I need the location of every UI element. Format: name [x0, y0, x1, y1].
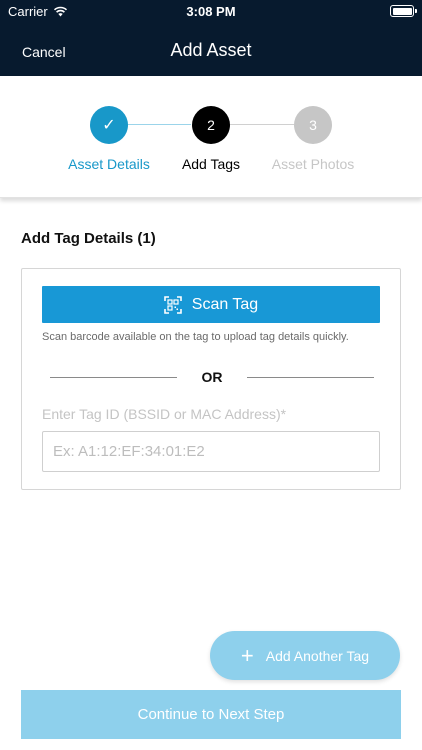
step-number: 2 [192, 106, 230, 144]
progress-stepper: ✓ Asset Details 2 Add Tags 3 Asset Photo… [0, 76, 422, 198]
check-icon: ✓ [90, 106, 128, 144]
tag-id-input[interactable] [42, 431, 380, 472]
add-another-tag-label: Add Another Tag [265, 647, 370, 664]
continue-button[interactable]: Continue to Next Step [21, 690, 401, 739]
tag-details-card: Scan Tag Scan barcode available on the t… [21, 268, 401, 490]
scan-help-text: Scan barcode available on the tag to upl… [42, 331, 349, 343]
section-title: Add Tag Details (1) [21, 230, 156, 247]
scan-tag-label: Scan Tag [191, 295, 259, 313]
plus-icon: + [240, 642, 254, 668]
status-bar: Carrier 3:08 PM [0, 0, 422, 22]
step-number: 3 [294, 106, 332, 144]
add-another-tag-button[interactable]: + Add Another Tag [210, 631, 400, 680]
battery-icon [390, 5, 417, 17]
qr-scan-icon [163, 295, 182, 314]
divider-line-right [247, 377, 374, 378]
clock: 3:08 PM [186, 4, 236, 19]
or-divider: OR [50, 369, 374, 389]
step-label: Asset Photos [271, 156, 355, 172]
page-title: Add Asset [170, 40, 252, 60]
tag-id-label: Enter Tag ID (BSSID or MAC Address)* [42, 406, 287, 422]
app-header: Carrier 3:08 PM Cancel Add Asset [0, 0, 422, 76]
step-asset-photos[interactable]: 3 Asset Photos [253, 106, 373, 172]
scan-tag-button[interactable]: Scan Tag [42, 286, 380, 323]
